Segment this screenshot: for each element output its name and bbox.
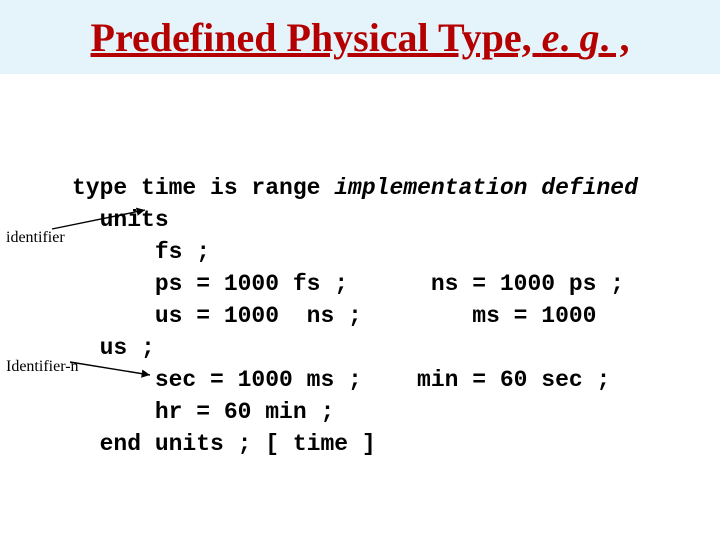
arrow-identifier-n: [0, 0, 720, 540]
slide: Predefined Physical Type, e. g. , type t…: [0, 0, 720, 540]
